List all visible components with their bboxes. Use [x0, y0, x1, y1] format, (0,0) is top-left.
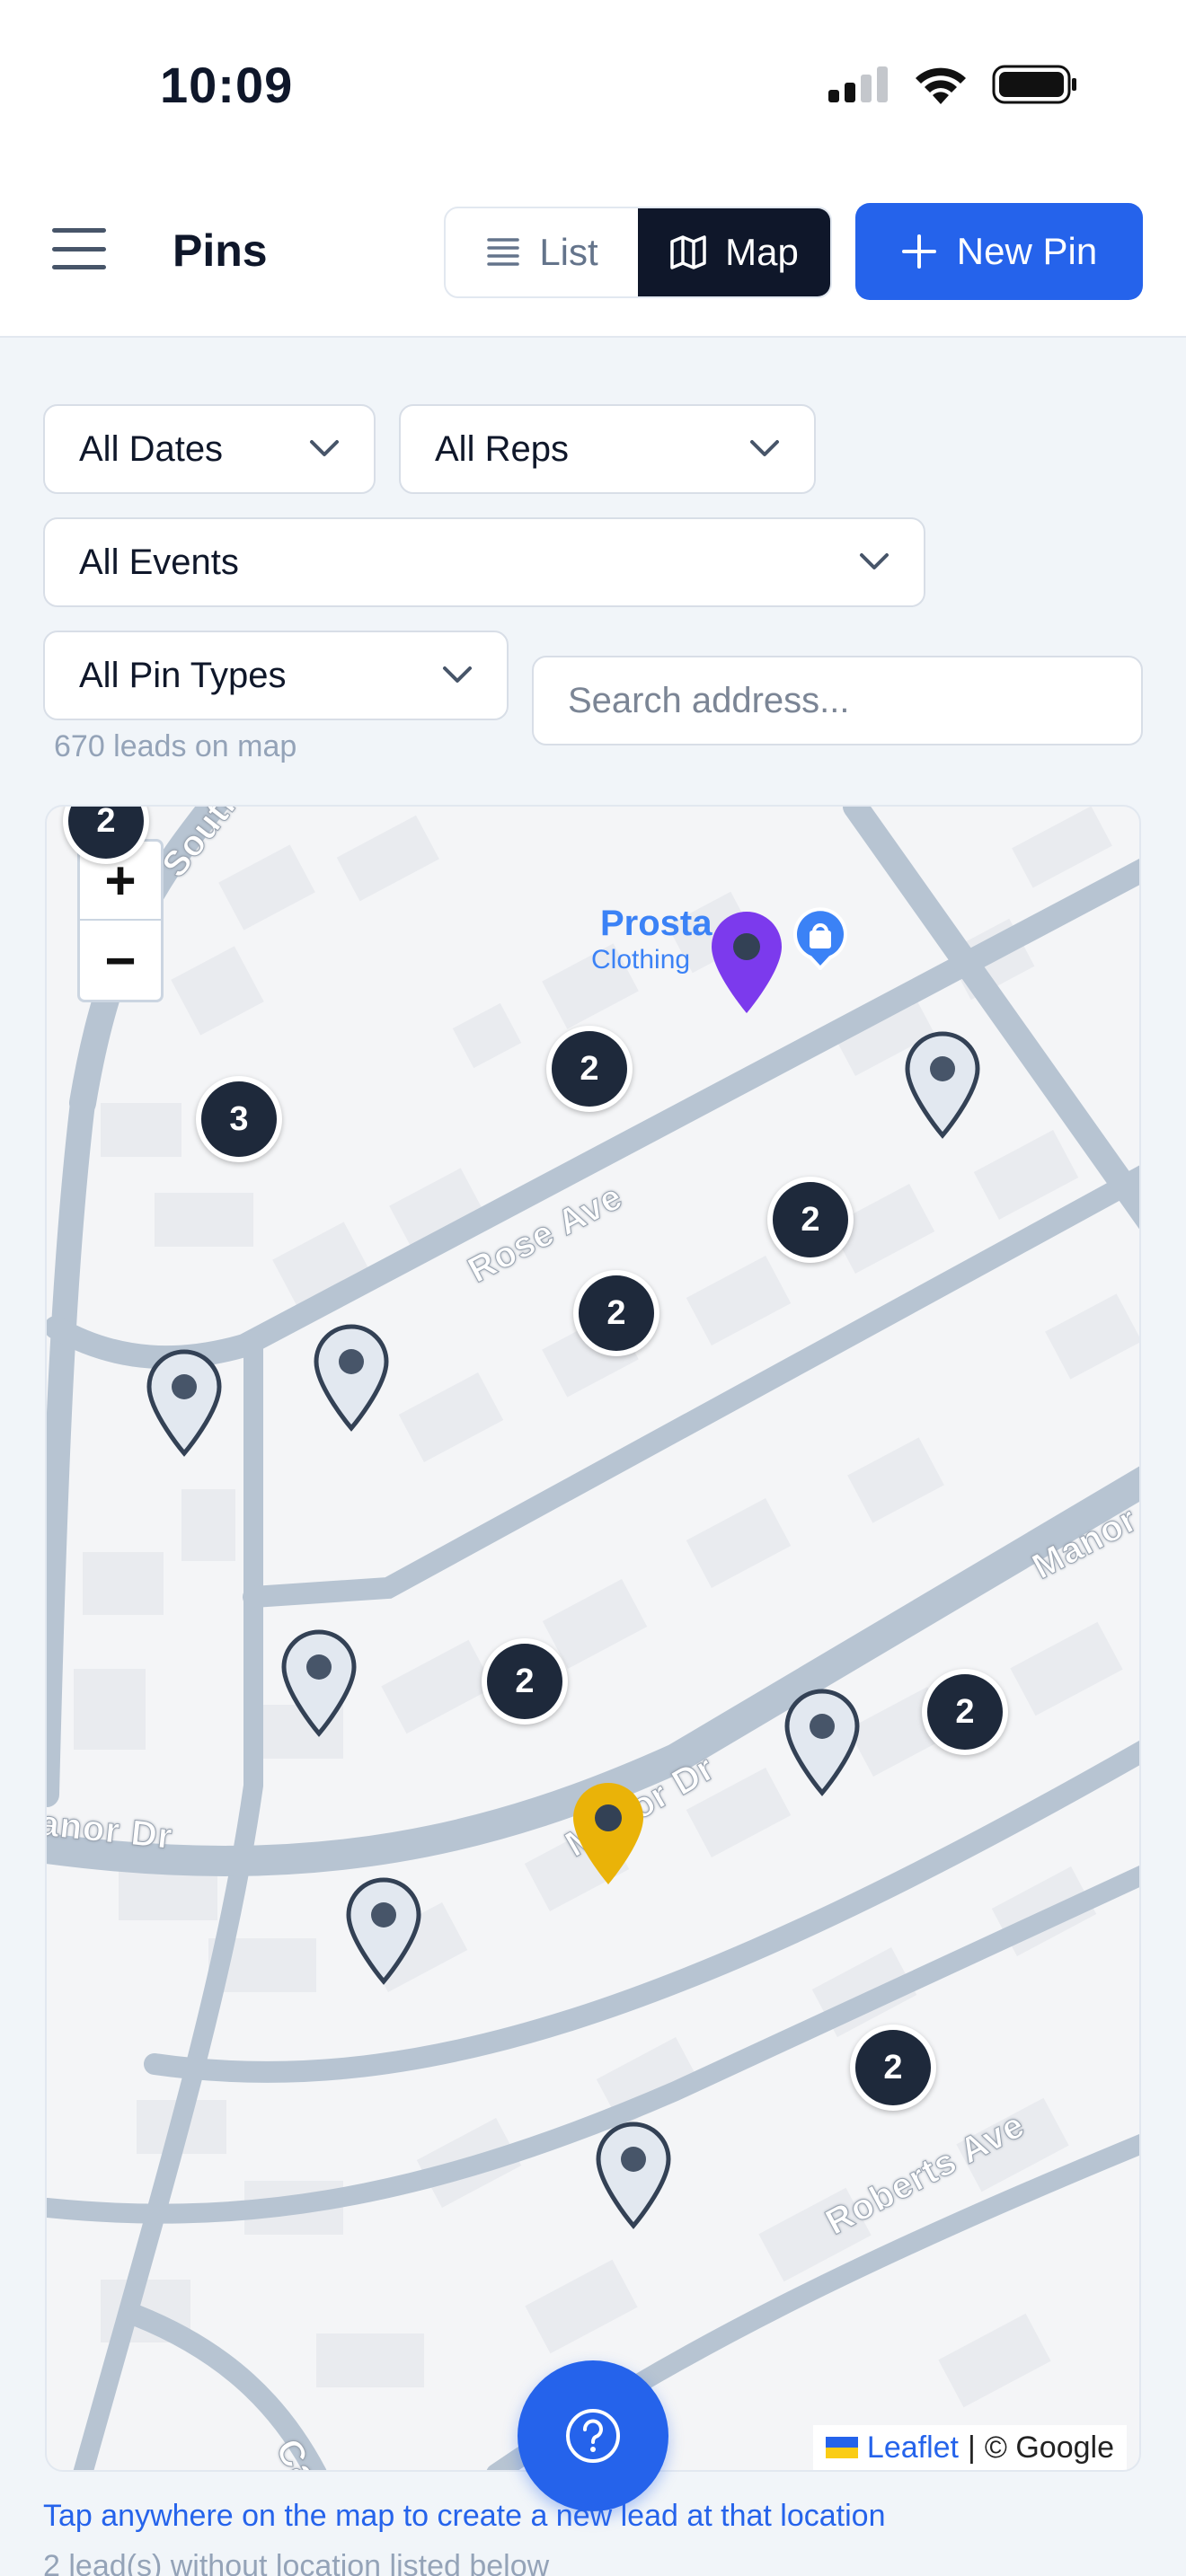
map-pin-icon[interactable]: [343, 1877, 424, 1985]
events-filter-select[interactable]: All Events: [43, 517, 925, 607]
pin-cluster[interactable]: 2: [573, 1270, 659, 1356]
map-pin-yellow-icon[interactable]: [568, 1780, 649, 1888]
map-attribution: Leaflet | © Google: [812, 2425, 1127, 2470]
map-icon: [670, 235, 706, 269]
map-view[interactable]: Southern Rose Ave Manor Manor Dr anor Dr…: [45, 805, 1141, 2472]
map-pin-icon[interactable]: [311, 1324, 392, 1432]
new-pin-button[interactable]: New Pin: [855, 203, 1143, 300]
reps-filter-select[interactable]: All Reps: [399, 404, 816, 494]
pin-cluster[interactable]: 2: [482, 1638, 568, 1725]
no-location-note: 2 lead(s) without location listed below: [43, 2549, 550, 2576]
help-button[interactable]: [518, 2360, 668, 2511]
reps-filter-value: All Reps: [435, 428, 569, 469]
map-pin-icon[interactable]: [902, 1031, 983, 1139]
plus-icon: [901, 234, 936, 269]
pin-types-filter-select[interactable]: All Pin Types: [43, 631, 509, 720]
dates-filter-select[interactable]: All Dates: [43, 404, 376, 494]
map-pin-icon[interactable]: [279, 1629, 359, 1737]
map-view-button[interactable]: Map: [638, 208, 830, 296]
chevron-down-icon: [860, 553, 889, 569]
attribution-provider: © Google: [984, 2430, 1114, 2465]
map-pin-icon[interactable]: [593, 2122, 674, 2229]
battery-icon: [992, 65, 1076, 104]
dates-filter-value: All Dates: [79, 428, 224, 469]
pin-cluster[interactable]: 2: [767, 1177, 854, 1263]
status-icons: [828, 65, 1078, 104]
map-pin-icon[interactable]: [144, 1349, 225, 1457]
address-search-input[interactable]: [532, 656, 1143, 745]
list-view-label: List: [539, 231, 598, 273]
chevron-down-icon: [443, 666, 472, 683]
attribution-separator: |: [968, 2430, 976, 2465]
leaflet-link[interactable]: Leaflet: [867, 2430, 959, 2466]
map-pin-icon[interactable]: [782, 1689, 863, 1796]
menu-icon[interactable]: [52, 228, 106, 269]
poi-name: Prosta: [600, 904, 712, 943]
poi-category: Clothing: [591, 945, 691, 975]
view-toggle: List Map: [444, 207, 832, 298]
list-view-button[interactable]: List: [446, 208, 638, 296]
cellular-signal-icon: [828, 66, 888, 102]
status-time: 10:09: [160, 57, 294, 113]
question-circle-icon: [566, 2409, 620, 2463]
pin-types-filter-value: All Pin Types: [79, 655, 287, 695]
new-pin-label: New Pin: [956, 230, 1098, 272]
map-view-label: Map: [725, 231, 799, 273]
app-header: Pins List Map New Pin: [0, 171, 1186, 338]
pin-cluster[interactable]: 2: [850, 2025, 936, 2111]
leads-count: 670 leads on map: [54, 729, 297, 763]
ukraine-flag-icon: [825, 2437, 858, 2458]
map-tap-hint: Tap anywhere on the map to create a new …: [43, 2499, 886, 2533]
list-icon: [487, 238, 520, 266]
zoom-out-button[interactable]: −: [80, 921, 161, 1000]
page-title: Pins: [173, 225, 268, 276]
pin-cluster[interactable]: 3: [196, 1076, 282, 1162]
events-filter-value: All Events: [79, 542, 239, 582]
status-bar: 10:09: [0, 0, 1186, 171]
chevron-down-icon: [310, 440, 339, 456]
zoom-control: + −: [77, 839, 164, 1002]
chevron-down-icon: [750, 440, 779, 456]
wifi-icon: [916, 67, 966, 104]
pin-cluster[interactable]: 2: [546, 1026, 633, 1112]
pin-cluster[interactable]: 2: [922, 1669, 1008, 1755]
map-pin-purple-icon[interactable]: [706, 909, 787, 1017]
shopping-bag-icon[interactable]: [789, 907, 852, 970]
